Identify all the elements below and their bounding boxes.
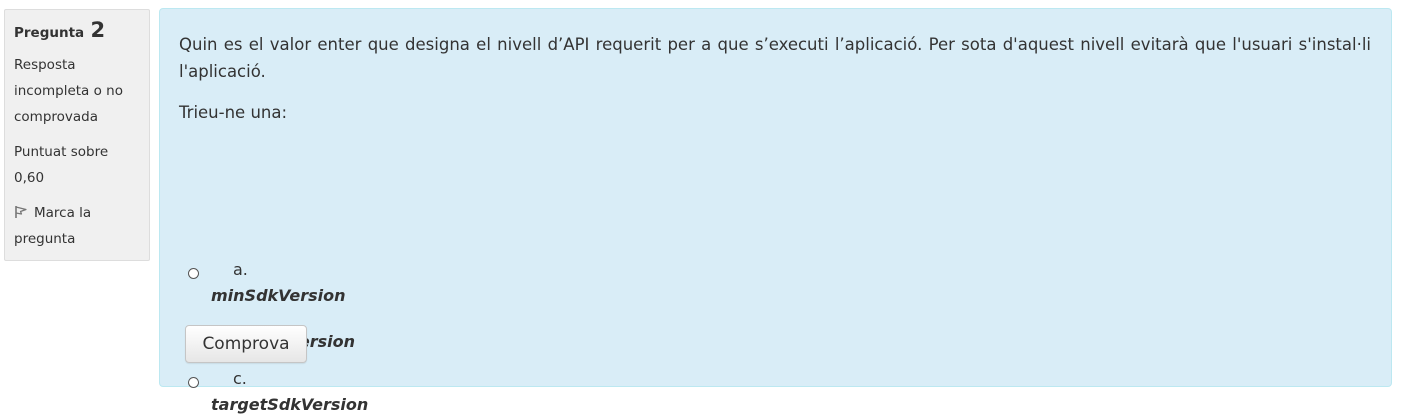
question-state: Resposta incompleta o no comprovada xyxy=(14,57,123,125)
answer-letter-c: c. xyxy=(233,369,247,388)
question-info-panel: Pregunta 2 Resposta incompleta o no comp… xyxy=(4,9,150,261)
answer-value-a: minSdkVersion xyxy=(211,286,346,305)
flag-icon xyxy=(14,202,28,218)
question-text: Quin es el valor enter que designa el ni… xyxy=(179,35,1371,81)
answer-prompt: Trieu-ne una: xyxy=(179,103,288,122)
question-grade: Puntuat sobre 0,60 xyxy=(14,144,109,186)
question-content: Quin es el valor enter que designa el ni… xyxy=(159,8,1392,414)
check-button[interactable]: Comprova xyxy=(185,325,307,363)
question-number-value: 2 xyxy=(90,18,106,42)
answer-letter-a: a. xyxy=(233,260,248,279)
answer-radio-a[interactable] xyxy=(188,268,199,279)
answer-radio-c[interactable] xyxy=(188,377,199,388)
flag-question-link[interactable]: Marca la pregunta xyxy=(14,200,140,252)
question-number: Pregunta 2 xyxy=(14,19,140,44)
question-label: Pregunta xyxy=(14,25,85,41)
